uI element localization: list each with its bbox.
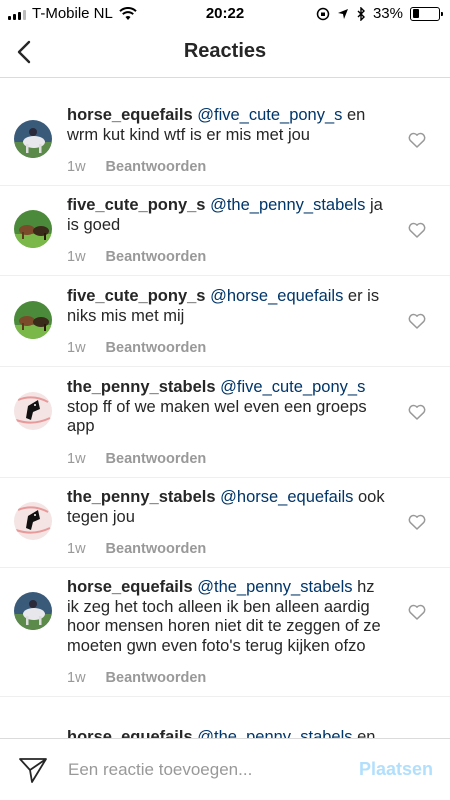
comment-age: 1w [67,450,86,467]
reply-button[interactable]: Beantwoorden [106,451,207,467]
avatar[interactable] [14,502,52,540]
comment-meta: 1w Beantwoorden [67,159,390,175]
avatar[interactable] [14,120,52,158]
comment-meta: 1w Beantwoorden [67,340,390,356]
bluetooth-icon [357,6,365,21]
comment-body: stop ff of we maken wel even een groeps … [67,397,367,436]
battery-percent: 33% [372,5,403,22]
like-heart-icon[interactable] [408,404,426,420]
comment-text: horse_equefails @the_penny_stabels en [67,728,390,738]
nav-bar: Reacties [0,28,450,78]
comment-text: horse_equefails @the_penny_stabels hz ik… [67,578,390,656]
comment-item[interactable]: horse_equefails @the_penny_stabels en [0,720,450,738]
comment-meta: 1w Beantwoorden [67,670,390,686]
comment-list[interactable]: horse_equefails @five_cute_pony_s en wrm… [0,78,450,738]
comment-item[interactable]: the_penny_stabels @five_cute_pony_s stop… [0,370,450,478]
comment-text: five_cute_pony_s @horse_equefails er is … [67,287,390,326]
comment-text: five_cute_pony_s @the_penny_stabels ja i… [67,196,390,235]
battery-level [412,9,419,18]
comment-meta: 1w Beantwoorden [67,249,390,265]
location-icon [337,8,348,19]
comment-item[interactable]: five_cute_pony_s @the_penny_stabels ja i… [0,188,450,277]
comment-input-bar: Plaatsen [0,738,450,800]
mention-link[interactable]: @horse_equefails [210,287,343,305]
comment-text: horse_equefails @five_cute_pony_s en wrm… [67,106,390,145]
reply-button[interactable]: Beantwoorden [106,541,207,557]
username[interactable]: horse_equefails [67,728,193,738]
comment-meta: 1w Beantwoorden [67,451,390,467]
comment-age: 1w [67,159,86,176]
username[interactable]: five_cute_pony_s [67,196,205,214]
comment-item[interactable]: the_penny_stabels @horse_equefails ook t… [0,480,450,569]
avatar[interactable] [14,210,52,248]
mention-link[interactable]: @the_penny_stabels [197,728,352,738]
username[interactable]: five_cute_pony_s [67,287,205,305]
username[interactable]: the_penny_stabels [67,378,216,396]
comment-age: 1w [67,541,86,558]
reply-button[interactable]: Beantwoorden [106,340,207,356]
reply-button[interactable]: Beantwoorden [106,159,207,175]
mention-link[interactable]: @five_cute_pony_s [220,378,365,396]
comment-age: 1w [67,670,86,687]
battery-icon [410,6,443,21]
comment-age: 1w [67,340,86,357]
status-bar: T-Mobile NL 20:22 33% [0,0,450,28]
comment-body: en [352,728,376,738]
reply-button[interactable]: Beantwoorden [106,670,207,686]
username[interactable]: horse_equefails [67,578,193,596]
mention-link[interactable]: @five_cute_pony_s [197,106,342,124]
reply-button[interactable]: Beantwoorden [106,249,207,265]
like-heart-icon[interactable] [408,514,426,530]
post-button[interactable]: Plaatsen [359,759,433,780]
like-heart-icon[interactable] [408,604,426,620]
comment-input[interactable] [68,755,328,785]
comment-text: the_penny_stabels @five_cute_pony_s stop… [67,378,390,437]
mention-link[interactable]: @the_penny_stabels [197,578,352,596]
mention-link[interactable]: @the_penny_stabels [210,196,365,214]
status-right: 33% [316,5,443,22]
page-title: Reacties [183,40,267,62]
mention-link[interactable]: @horse_equefails [220,488,353,506]
avatar[interactable] [14,392,52,430]
comment-item[interactable]: horse_equefails @the_penny_stabels hz ik… [0,570,450,698]
avatar[interactable] [14,592,52,630]
comment-text: the_penny_stabels @horse_equefails ook t… [67,488,390,527]
comment-item[interactable]: five_cute_pony_s @horse_equefails er is … [0,279,450,368]
like-heart-icon[interactable] [408,313,426,329]
comment-meta: 1w Beantwoorden [67,541,390,557]
username[interactable]: horse_equefails [67,106,193,124]
comment-item[interactable]: horse_equefails @five_cute_pony_s en wrm… [0,98,450,187]
orientation-lock-icon [316,7,330,20]
username[interactable]: the_penny_stabels [67,488,216,506]
avatar[interactable] [14,301,52,339]
comment-age: 1w [67,249,86,266]
send-direct-icon[interactable] [18,755,48,785]
like-heart-icon[interactable] [408,132,426,148]
like-heart-icon[interactable] [408,222,426,238]
